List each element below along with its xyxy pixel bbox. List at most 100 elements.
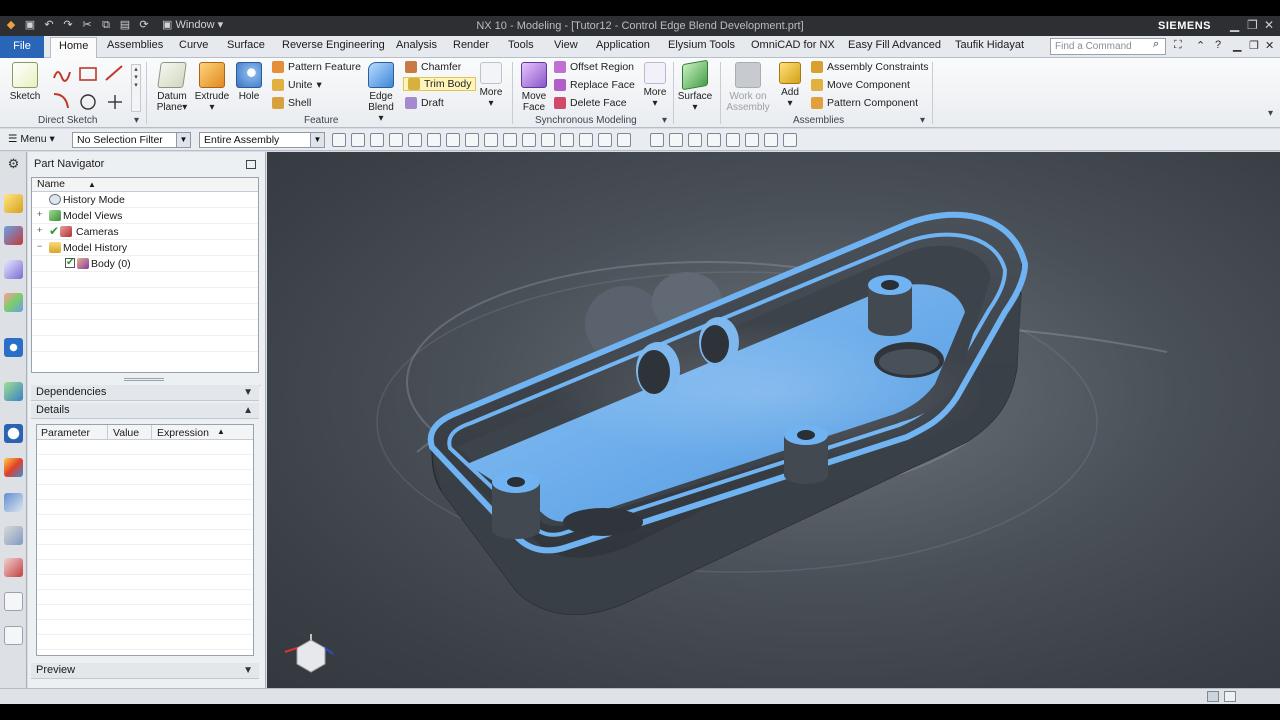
restore-icon[interactable]: ❐ <box>1247 18 1258 32</box>
delete-face-button[interactable]: Delete Face <box>554 97 627 109</box>
print-queue-icon[interactable] <box>4 626 23 645</box>
work-on-assembly-button[interactable]: Work on Assembly <box>725 62 771 113</box>
collapse-ribbon-icon[interactable]: ⌃ <box>1196 39 1205 52</box>
reuse-library-icon[interactable] <box>4 293 23 312</box>
orient-view-icon[interactable] <box>707 133 721 147</box>
expand-icon[interactable]: + <box>37 210 46 219</box>
collapse-icon[interactable]: − <box>37 242 46 251</box>
hd3d-tools-icon[interactable] <box>4 338 23 357</box>
tab-application[interactable]: Application <box>596 39 650 51</box>
menu-button[interactable]: ☰ Menu ▾ <box>8 133 55 145</box>
web-browser-icon[interactable] <box>4 382 23 401</box>
tab-curve[interactable]: Curve <box>179 39 208 51</box>
tab-assemblies[interactable]: Assemblies <box>107 39 163 51</box>
rectangle-icon[interactable] <box>79 67 97 81</box>
general-selection-icon[interactable] <box>332 133 346 147</box>
tree-node-model-history[interactable]: − Model History <box>32 240 258 256</box>
select-body-icon[interactable] <box>427 133 441 147</box>
selection-scope-dropdown[interactable]: Entire Assembly ▼ <box>199 132 325 148</box>
ribbon-options-icon[interactable]: ▾ <box>1268 108 1273 119</box>
assemblies-options-icon[interactable]: ▾ <box>920 115 925 126</box>
fit-screen-icon[interactable]: ⛶ <box>1174 39 1182 52</box>
doc-restore-icon[interactable]: ❐ <box>1249 39 1259 52</box>
show-hide-icon[interactable] <box>408 133 422 147</box>
snap-quadrant-icon[interactable] <box>541 133 555 147</box>
assembly-constraints-button[interactable]: Assembly Constraints <box>811 61 929 73</box>
snap-mid-point-icon[interactable] <box>465 133 479 147</box>
value-column-header[interactable]: Value <box>113 427 139 439</box>
select-edges-icon[interactable] <box>370 133 384 147</box>
offset-region-button[interactable]: Offset Region <box>554 61 634 73</box>
visibility-checkbox[interactable]: ✔ <box>65 258 75 268</box>
tab-tools[interactable]: Tools <box>508 39 534 51</box>
status-toggle-icon[interactable] <box>1207 691 1219 702</box>
tab-taufik-hidayat[interactable]: Taufik Hidayat <box>955 39 1024 51</box>
tab-easy-fill-advanced[interactable]: Easy Fill Advanced <box>848 39 941 51</box>
view-fit-icon[interactable] <box>650 133 664 147</box>
hole-button[interactable]: Hole <box>235 62 263 102</box>
select-feature-icon[interactable] <box>351 133 365 147</box>
tree-node-model-views[interactable]: + Model Views <box>32 208 258 224</box>
snap-existing-point-icon[interactable] <box>560 133 574 147</box>
surface-button[interactable]: Surface ▾ <box>677 59 713 113</box>
snap-arc-center-icon[interactable] <box>522 133 536 147</box>
preview-panel-header[interactable]: Preview ▼ <box>31 663 259 679</box>
resource-bar-gear-icon[interactable]: ⚙ <box>4 156 23 175</box>
move-face-button[interactable]: Move Face <box>518 62 550 113</box>
tab-omnicad[interactable]: OmniCAD for NX <box>751 39 835 51</box>
shell-button[interactable]: Shell <box>272 97 311 109</box>
sketch-gallery-scroll[interactable]: ▴ ▾ ▾ <box>131 64 141 112</box>
extrude-button[interactable]: Extrude ▾ <box>194 62 230 113</box>
name-column-header[interactable]: Name ▲ <box>32 178 258 192</box>
tab-file[interactable]: File <box>0 36 44 58</box>
rectangle-select-icon[interactable] <box>389 133 403 147</box>
manufacturing-wizards-icon[interactable] <box>4 526 23 545</box>
parameter-column-header[interactable]: Parameter <box>41 427 90 439</box>
type-filter-dropdown[interactable]: No Selection Filter ▼ <box>72 132 191 148</box>
point-icon[interactable] <box>108 95 122 109</box>
close-icon[interactable]: ✕ <box>1264 18 1274 32</box>
tab-view[interactable]: View <box>554 39 578 51</box>
zoom-icon[interactable] <box>669 133 683 147</box>
tab-elysium-tools[interactable]: Elysium Tools <box>668 39 735 51</box>
system-scenes-icon[interactable] <box>4 592 23 611</box>
sync-more-button[interactable]: More ▾ <box>641 62 669 109</box>
history-icon[interactable] <box>4 424 23 443</box>
tab-analysis[interactable]: Analysis <box>396 39 437 51</box>
details-panel-header[interactable]: Details ▲ <box>31 403 259 419</box>
sketch-button[interactable]: Sketch <box>8 62 42 102</box>
constraint-navigator-icon[interactable] <box>4 226 23 245</box>
arc-icon[interactable] <box>53 93 69 109</box>
line-icon[interactable] <box>105 65 123 81</box>
sketch-profile-icon[interactable] <box>53 71 71 82</box>
unite-button[interactable]: Unite ▾ <box>272 79 322 91</box>
assembly-navigator-icon[interactable] <box>4 194 23 213</box>
edge-blend-button[interactable]: Edge Blend▾ <box>364 62 398 124</box>
pattern-component-button[interactable]: Pattern Component <box>811 97 918 109</box>
pattern-feature-button[interactable]: Pattern Feature <box>272 61 361 73</box>
tab-home[interactable]: Home <box>50 37 98 58</box>
system-materials-icon[interactable] <box>4 458 23 477</box>
datum-plane-button[interactable]: Datum Plane▾ <box>154 62 190 113</box>
tab-render[interactable]: Render <box>453 39 489 51</box>
tree-node-history-mode[interactable]: History Mode <box>32 192 258 208</box>
expression-column-header[interactable]: Expression <box>157 427 209 439</box>
circle-icon[interactable] <box>80 94 96 110</box>
snap-intersection-icon[interactable] <box>503 133 517 147</box>
tree-node-cameras[interactable]: + ✔ Cameras <box>32 224 258 240</box>
draft-button[interactable]: Draft <box>405 97 444 109</box>
add-component-button[interactable]: Add ▾ <box>777 62 803 109</box>
doc-close-icon[interactable]: ✕ <box>1265 39 1274 52</box>
graphics-window[interactable] <box>267 152 1280 688</box>
view-triad-icon[interactable] <box>284 634 334 673</box>
tab-reverse-engineering[interactable]: Reverse Engineering <box>282 39 385 51</box>
search-icon[interactable]: ⌕ <box>1153 38 1159 51</box>
sync-options-icon[interactable]: ▾ <box>662 115 667 126</box>
full-screen-icon[interactable] <box>1224 691 1236 702</box>
expand-icon[interactable]: + <box>37 226 46 235</box>
trim-body-button[interactable]: Trim Body <box>403 77 477 91</box>
command-search-input[interactable]: Find a Command <box>1050 38 1166 55</box>
roles-icon[interactable] <box>4 558 23 577</box>
maximize-icon[interactable] <box>246 160 256 169</box>
splitter-handle[interactable] <box>124 378 164 381</box>
